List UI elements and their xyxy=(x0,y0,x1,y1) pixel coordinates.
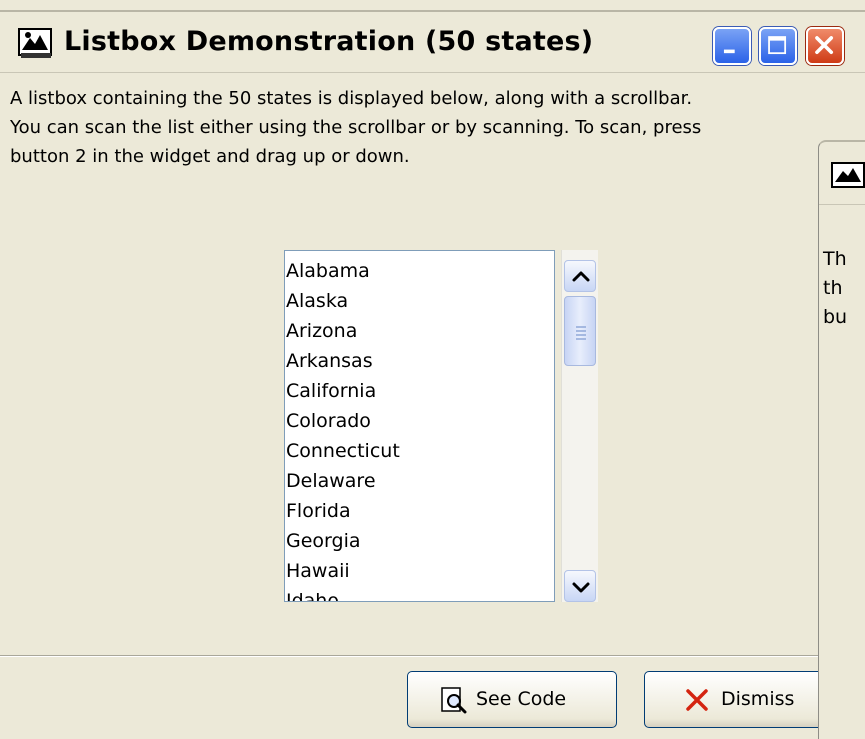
scroll-thumb[interactable] xyxy=(564,296,596,366)
maximize-button[interactable] xyxy=(759,27,797,65)
dismiss-button[interactable]: Dismiss xyxy=(644,671,824,728)
states-listbox[interactable]: Alabama Alaska Arizona Arkansas Californ… xyxy=(284,250,555,602)
close-icon xyxy=(815,36,834,55)
close-button[interactable] xyxy=(806,27,844,65)
description-text: A listbox containing the 50 states is di… xyxy=(10,84,860,171)
listbox-scrollbar[interactable] xyxy=(561,250,598,602)
listbox-demo-window: Listbox Demonstration (50 states) A list… xyxy=(0,0,865,739)
description-line: A listbox containing the 50 states is di… xyxy=(10,88,693,109)
app-icon xyxy=(831,162,865,188)
description-line: You can scan the list either using the s… xyxy=(10,117,702,138)
button-separator xyxy=(0,655,818,657)
list-item[interactable]: California xyxy=(286,376,376,406)
list-item[interactable]: Delaware xyxy=(286,466,376,496)
text-fragment: th xyxy=(823,277,843,299)
see-code-label: See Code xyxy=(476,688,567,710)
x-icon xyxy=(686,689,708,711)
list-item[interactable]: Alabama xyxy=(286,256,370,286)
minimize-button[interactable] xyxy=(713,27,751,65)
description-line: button 2 in the widget and drag up or do… xyxy=(10,146,410,167)
list-item[interactable]: Georgia xyxy=(286,526,361,556)
list-item[interactable]: Arkansas xyxy=(286,346,373,376)
background-window[interactable]: Th th bu xyxy=(818,140,865,739)
list-item[interactable]: Alaska xyxy=(286,286,348,316)
list-item[interactable]: Florida xyxy=(286,496,351,526)
see-code-button[interactable]: See Code xyxy=(407,671,617,728)
scroll-down-button[interactable] xyxy=(564,570,596,602)
list-item[interactable]: Connecticut xyxy=(286,436,400,466)
title-bar[interactable]: Listbox Demonstration (50 states) xyxy=(0,10,865,73)
dismiss-label: Dismiss xyxy=(721,688,795,710)
app-icon xyxy=(18,28,52,58)
list-item[interactable]: Arizona xyxy=(286,316,357,346)
maximize-icon xyxy=(768,36,787,55)
text-fragment: Th xyxy=(823,248,847,270)
window-title: Listbox Demonstration (50 states) xyxy=(64,26,594,57)
magnifier-icon xyxy=(441,687,467,714)
chevron-up-icon xyxy=(572,271,590,282)
background-window-text: Th th bu xyxy=(823,245,847,332)
list-item[interactable]: Hawaii xyxy=(286,556,350,586)
minimize-icon xyxy=(723,49,735,54)
list-item[interactable]: Colorado xyxy=(286,406,371,436)
list-item[interactable]: Idaho xyxy=(286,586,339,601)
scroll-up-button[interactable] xyxy=(564,260,596,292)
chevron-down-icon xyxy=(572,582,590,593)
text-fragment: bu xyxy=(823,306,848,328)
grip-icon xyxy=(576,326,586,340)
background-window-titlebar[interactable] xyxy=(819,142,865,205)
